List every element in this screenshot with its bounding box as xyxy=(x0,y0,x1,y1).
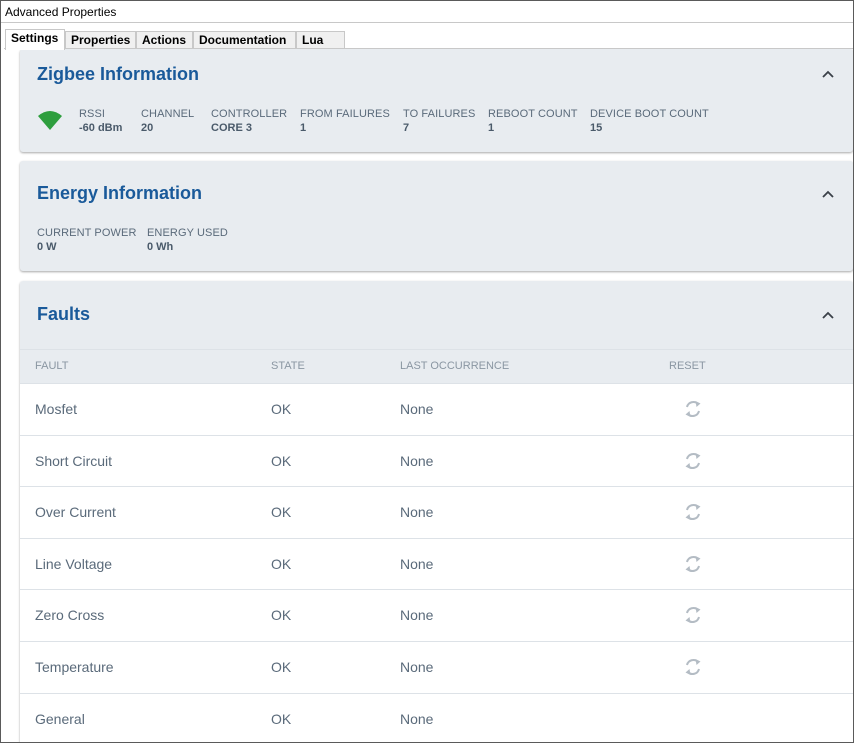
tab-actions[interactable]: Actions xyxy=(136,31,193,49)
settings-content: Zigbee Information RSSI -60 dBm CHANNEL 20… xyxy=(4,48,853,742)
reset-icon[interactable] xyxy=(682,656,704,678)
tab-properties[interactable]: Properties xyxy=(65,31,136,49)
faults-column-headers: FAULT STATE LAST OCCURRENCE RESET xyxy=(20,349,853,383)
fault-row: Mosfet OK None xyxy=(20,383,853,434)
fault-name: Short Circuit xyxy=(35,452,113,469)
stat-from-failures: FROM FAILURES 1 xyxy=(300,108,390,134)
zigbee-panel: Zigbee Information RSSI -60 dBm CHANNEL 20… xyxy=(20,49,853,152)
advanced-properties-window: Advanced Properties Settings Properties … xyxy=(0,0,854,743)
fault-state: OK xyxy=(271,607,292,624)
tab-lua[interactable]: Lua xyxy=(296,31,345,49)
chevron-up-icon[interactable] xyxy=(821,67,835,81)
stat-controller: CONTROLLER CORE 3 xyxy=(211,108,288,134)
column-reset: RESET xyxy=(669,360,706,372)
tab-documentation[interactable]: Documentation xyxy=(193,31,296,49)
tab-strip: Settings Properties Actions Documentatio… xyxy=(1,29,853,50)
fault-row: Temperature OK None xyxy=(20,641,853,692)
fault-state: OK xyxy=(271,659,292,675)
fault-name: Temperature xyxy=(35,659,114,675)
stat-energy-used: ENERGY USED 0 Wh xyxy=(147,227,228,253)
fault-last-occurrence: None xyxy=(400,710,434,727)
reset-icon[interactable] xyxy=(682,604,704,626)
faults-title: Faults xyxy=(37,304,91,324)
zigbee-title: Zigbee Information xyxy=(37,64,199,84)
energy-panel: Energy Information CURRENT POWER 0 W ENER… xyxy=(20,161,853,271)
chevron-up-icon[interactable] xyxy=(821,308,835,322)
fault-last-occurrence: None xyxy=(400,607,434,624)
fault-last-occurrence: None xyxy=(400,555,434,572)
fault-last-occurrence: None xyxy=(400,659,434,675)
column-state: STATE xyxy=(271,360,305,372)
window-title: Advanced Properties xyxy=(1,1,853,23)
fault-name: General xyxy=(35,710,85,727)
reset-icon[interactable] xyxy=(682,553,704,575)
stat-current-power: CURRENT POWER 0 W xyxy=(37,227,137,253)
fault-state: OK xyxy=(271,710,292,727)
fault-row: Short Circuit OK None xyxy=(20,434,853,486)
fault-row: Line Voltage OK None xyxy=(20,537,853,589)
faults-header: Faults xyxy=(20,281,853,349)
energy-title: Energy Information xyxy=(37,183,203,203)
stat-device-boot-count: DEVICE BOOT COUNT 15 xyxy=(590,108,709,134)
stat-rssi: RSSI -60 dBm xyxy=(79,108,123,134)
tab-settings[interactable]: Settings xyxy=(5,29,65,50)
stat-reboot-count: REBOOT COUNT 1 xyxy=(488,108,578,134)
fault-last-occurrence: None xyxy=(400,452,434,469)
column-last-occurrence: LAST OCCURRENCE xyxy=(400,360,510,372)
column-fault: FAULT xyxy=(35,360,69,372)
fault-row: Over Current OK None xyxy=(20,486,853,538)
wifi-signal-icon xyxy=(38,111,62,130)
fault-last-occurrence: None xyxy=(400,401,434,417)
stat-channel: CHANNEL 20 xyxy=(141,108,195,134)
reset-icon[interactable] xyxy=(682,450,704,472)
fault-name: Mosfet xyxy=(35,401,78,417)
stat-to-failures: TO FAILURES 7 xyxy=(403,108,476,134)
fault-state: OK xyxy=(271,401,292,417)
reset-icon[interactable] xyxy=(682,398,704,420)
fault-name: Line Voltage xyxy=(35,555,113,572)
fault-state: OK xyxy=(271,452,292,469)
reset-icon[interactable] xyxy=(682,501,704,523)
fault-name: Over Current xyxy=(35,504,116,521)
fault-state: OK xyxy=(271,504,292,521)
fault-last-occurrence: None xyxy=(400,504,434,521)
fault-name: Zero Cross xyxy=(35,607,105,624)
faults-panel: Faults FAULT STATE LAST OCCURRENCE RESET… xyxy=(20,281,853,742)
chevron-up-icon[interactable] xyxy=(821,187,835,201)
fault-state: OK xyxy=(271,555,292,572)
fault-row: Zero Cross OK None xyxy=(20,589,853,641)
fault-row: General OK None xyxy=(20,692,853,742)
